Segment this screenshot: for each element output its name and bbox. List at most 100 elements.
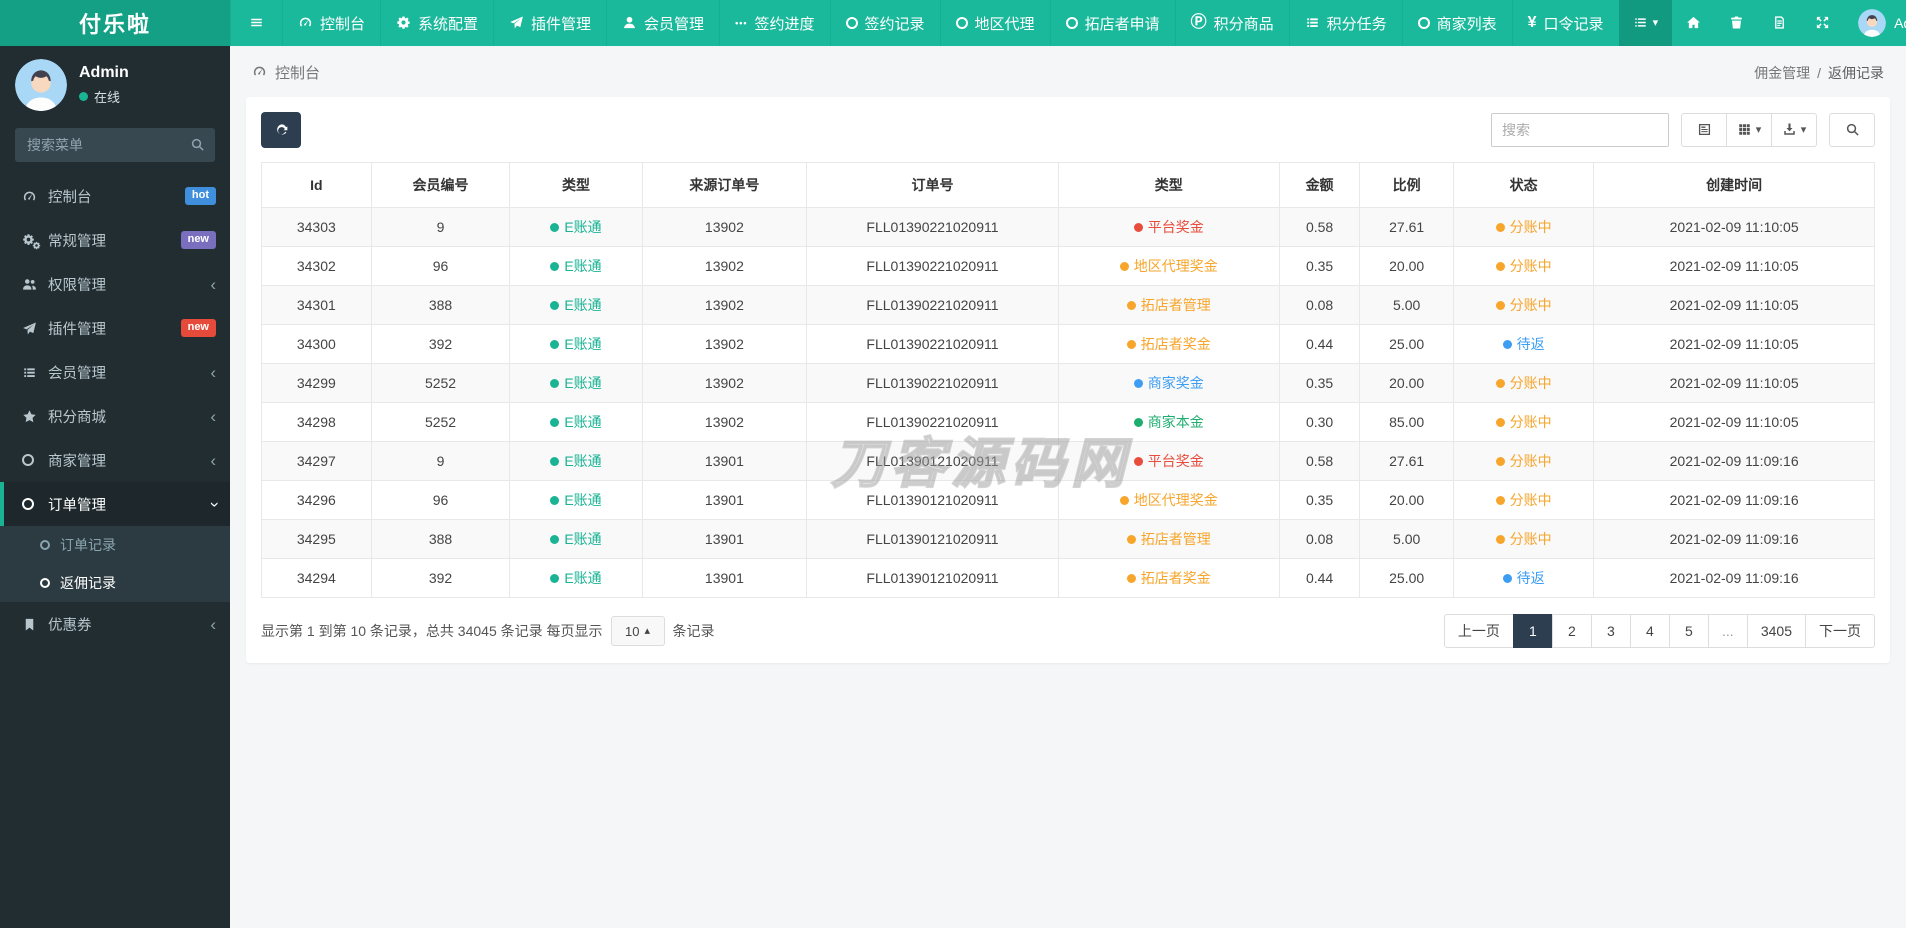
toggle-pagination-button[interactable] — [1681, 113, 1727, 147]
sidebar-item-permissions[interactable]: 权限管理 ‹ — [0, 262, 230, 306]
clear-cache-button[interactable] — [1715, 0, 1758, 46]
nav-item-sign-progress[interactable]: ••• 签约进度 — [719, 0, 829, 46]
page-1-button[interactable]: 1 — [1512, 614, 1553, 648]
page-size-dropdown[interactable]: 10 ▴ — [610, 616, 665, 646]
cell-member-no: 388 — [370, 519, 511, 559]
status-dot-icon — [1495, 261, 1505, 271]
cell-created-at: 2021-02-09 11:10:05 — [1593, 246, 1875, 286]
sidebar: Admin 在线 控制台 hot 常规管理 new 权限管理 ‹ 插件 — [0, 46, 230, 928]
breadcrumb-separator: / — [1817, 64, 1821, 81]
cell-amount: 0.35 — [1278, 480, 1361, 520]
cell-id: 34296 — [261, 480, 372, 520]
cell-source-order-no: 13902 — [641, 402, 808, 442]
nav-item-plugins[interactable]: 插件管理 — [493, 0, 606, 46]
chevron-left-icon: ‹ — [210, 406, 216, 426]
header-ratio: 比例 — [1359, 162, 1454, 208]
user-menu[interactable]: Admin — [1844, 0, 1906, 46]
cell-member-no: 388 — [370, 285, 511, 325]
sidebar-item-plugins[interactable]: 插件管理 new — [0, 306, 230, 350]
bookmark-icon — [22, 617, 48, 632]
star-icon — [22, 409, 48, 424]
cell-member-no: 9 — [370, 441, 511, 481]
refresh-button[interactable] — [261, 112, 301, 148]
cell-source-order-no: 13901 — [641, 441, 808, 481]
toolbar-right: ▾ ▾ — [1491, 113, 1875, 147]
page-2-button[interactable]: 2 — [1551, 614, 1592, 648]
paper-plane-icon — [22, 321, 48, 336]
nav-item-dashboard[interactable]: 控制台 — [282, 0, 380, 46]
caret-down-icon: ▾ — [1755, 123, 1762, 136]
cell-id: 34297 — [261, 441, 372, 481]
cell-account-type: E账通 — [509, 324, 643, 364]
cell-order-no: FLL01390221020911 — [806, 246, 1059, 286]
nav-item-region-agent[interactable]: 地区代理 — [939, 0, 1050, 46]
nav-item-merchant-list[interactable]: 商家列表 — [1401, 0, 1512, 46]
cell-ratio: 25.00 — [1359, 558, 1454, 598]
table-row: 34298 5252 E账通 13902 FLL01390221020911 商家本金 0.… — [261, 402, 1875, 442]
circle-icon — [955, 17, 968, 29]
search-button[interactable] — [1829, 113, 1875, 147]
nav-item-members[interactable]: 会员管理 — [606, 0, 719, 46]
caret-up-icon: ▴ — [644, 624, 651, 637]
menu-list-dropdown[interactable]: ▾ — [1618, 0, 1673, 46]
main-content: 控制台 佣金管理 / 返佣记录 ▾ — [230, 46, 1906, 928]
page-4-button[interactable]: 4 — [1629, 614, 1670, 648]
nav-item-system-config[interactable]: 系统配置 — [380, 0, 493, 46]
cell-status: 待返 — [1452, 324, 1595, 364]
sidebar-item-dashboard[interactable]: 控制台 hot — [0, 174, 230, 218]
log-button[interactable] — [1758, 0, 1801, 46]
detail-view-icon — [1697, 122, 1712, 138]
status-dot-icon — [1133, 417, 1143, 427]
cell-order-no: FLL01390221020911 — [806, 402, 1059, 442]
cell-account-type: E账通 — [509, 207, 643, 247]
breadcrumb-commission-mgmt[interactable]: 佣金管理 — [1754, 63, 1810, 83]
nav-item-label: 口令记录 — [1543, 15, 1604, 33]
export-button[interactable]: ▾ — [1771, 113, 1817, 147]
cell-source-order-no: 13901 — [641, 480, 808, 520]
sidebar-item-points-mall[interactable]: 积分商城 ‹ — [0, 394, 230, 438]
sidebar-item-orders[interactable]: 订单管理 ‹ — [0, 482, 230, 526]
nav-item-points-tasks[interactable]: 积分任务 — [1288, 0, 1402, 46]
cell-ratio: 27.61 — [1359, 207, 1454, 247]
cell-amount: 0.58 — [1278, 207, 1361, 247]
page-next-button[interactable]: 下一页 — [1805, 614, 1875, 648]
table-search-input[interactable] — [1491, 113, 1669, 147]
table-row: 34303 9 E账通 13902 FLL01390221020911 平台奖金 0.58 2… — [261, 207, 1875, 247]
page-prev-button[interactable]: 上一页 — [1443, 614, 1514, 648]
sidebar-item-general-settings[interactable]: 常规管理 new — [0, 218, 230, 262]
sidebar-item-coupons[interactable]: 优惠券 ‹ — [0, 602, 230, 646]
cell-ratio: 5.00 — [1359, 519, 1454, 559]
top-navbar: 付乐啦 控制台 系统配置 插件管理 会员管理 ••• 签约进度 签约记录 地区代… — [0, 0, 1906, 46]
caret-down-icon: ▾ — [1652, 16, 1659, 29]
cell-account-type: E账通 — [509, 285, 643, 325]
refresh-icon — [274, 122, 289, 138]
cell-status: 分账中 — [1452, 441, 1595, 481]
brand-logo: 付乐啦 — [0, 0, 230, 46]
page-3-button[interactable]: 3 — [1590, 614, 1631, 648]
nav-item-store-applications[interactable]: 拓店者申请 — [1049, 0, 1175, 46]
sidebar-item-members[interactable]: 会员管理 ‹ — [0, 350, 230, 394]
sidebar-search-input[interactable] — [15, 128, 215, 162]
cell-ratio: 20.00 — [1359, 363, 1454, 403]
cell-id: 34300 — [261, 324, 372, 364]
cell-ratio: 5.00 — [1359, 285, 1454, 325]
nav-item-label: 插件管理 — [531, 15, 592, 33]
columns-button[interactable]: ▾ — [1726, 113, 1772, 147]
status-dot-icon — [1495, 495, 1505, 505]
nav-item-password-records[interactable]: ¥ 口令记录 — [1511, 0, 1619, 46]
header-created-at: 创建时间 — [1593, 162, 1875, 208]
sidebar-subitem-order-records[interactable]: 订单记录 — [0, 526, 230, 564]
page-5-button[interactable]: 5 — [1668, 614, 1709, 648]
cell-amount: 0.44 — [1278, 324, 1361, 364]
circle-icon — [22, 498, 48, 510]
nav-item-sign-records[interactable]: 签约记录 — [829, 0, 940, 46]
search-icon — [190, 137, 205, 153]
nav-item-points-goods[interactable]: Ⓟ 积分商品 — [1174, 0, 1289, 46]
home-button[interactable] — [1672, 0, 1715, 46]
sidebar-toggle-button[interactable] — [230, 0, 282, 46]
breadcrumb-commission-records[interactable]: 返佣记录 — [1828, 63, 1884, 83]
sidebar-item-merchants[interactable]: 商家管理 ‹ — [0, 438, 230, 482]
page-last-button[interactable]: 3405 — [1746, 614, 1806, 648]
fullscreen-button[interactable] — [1801, 0, 1844, 46]
sidebar-subitem-commission-records[interactable]: 返佣记录 — [0, 564, 230, 602]
